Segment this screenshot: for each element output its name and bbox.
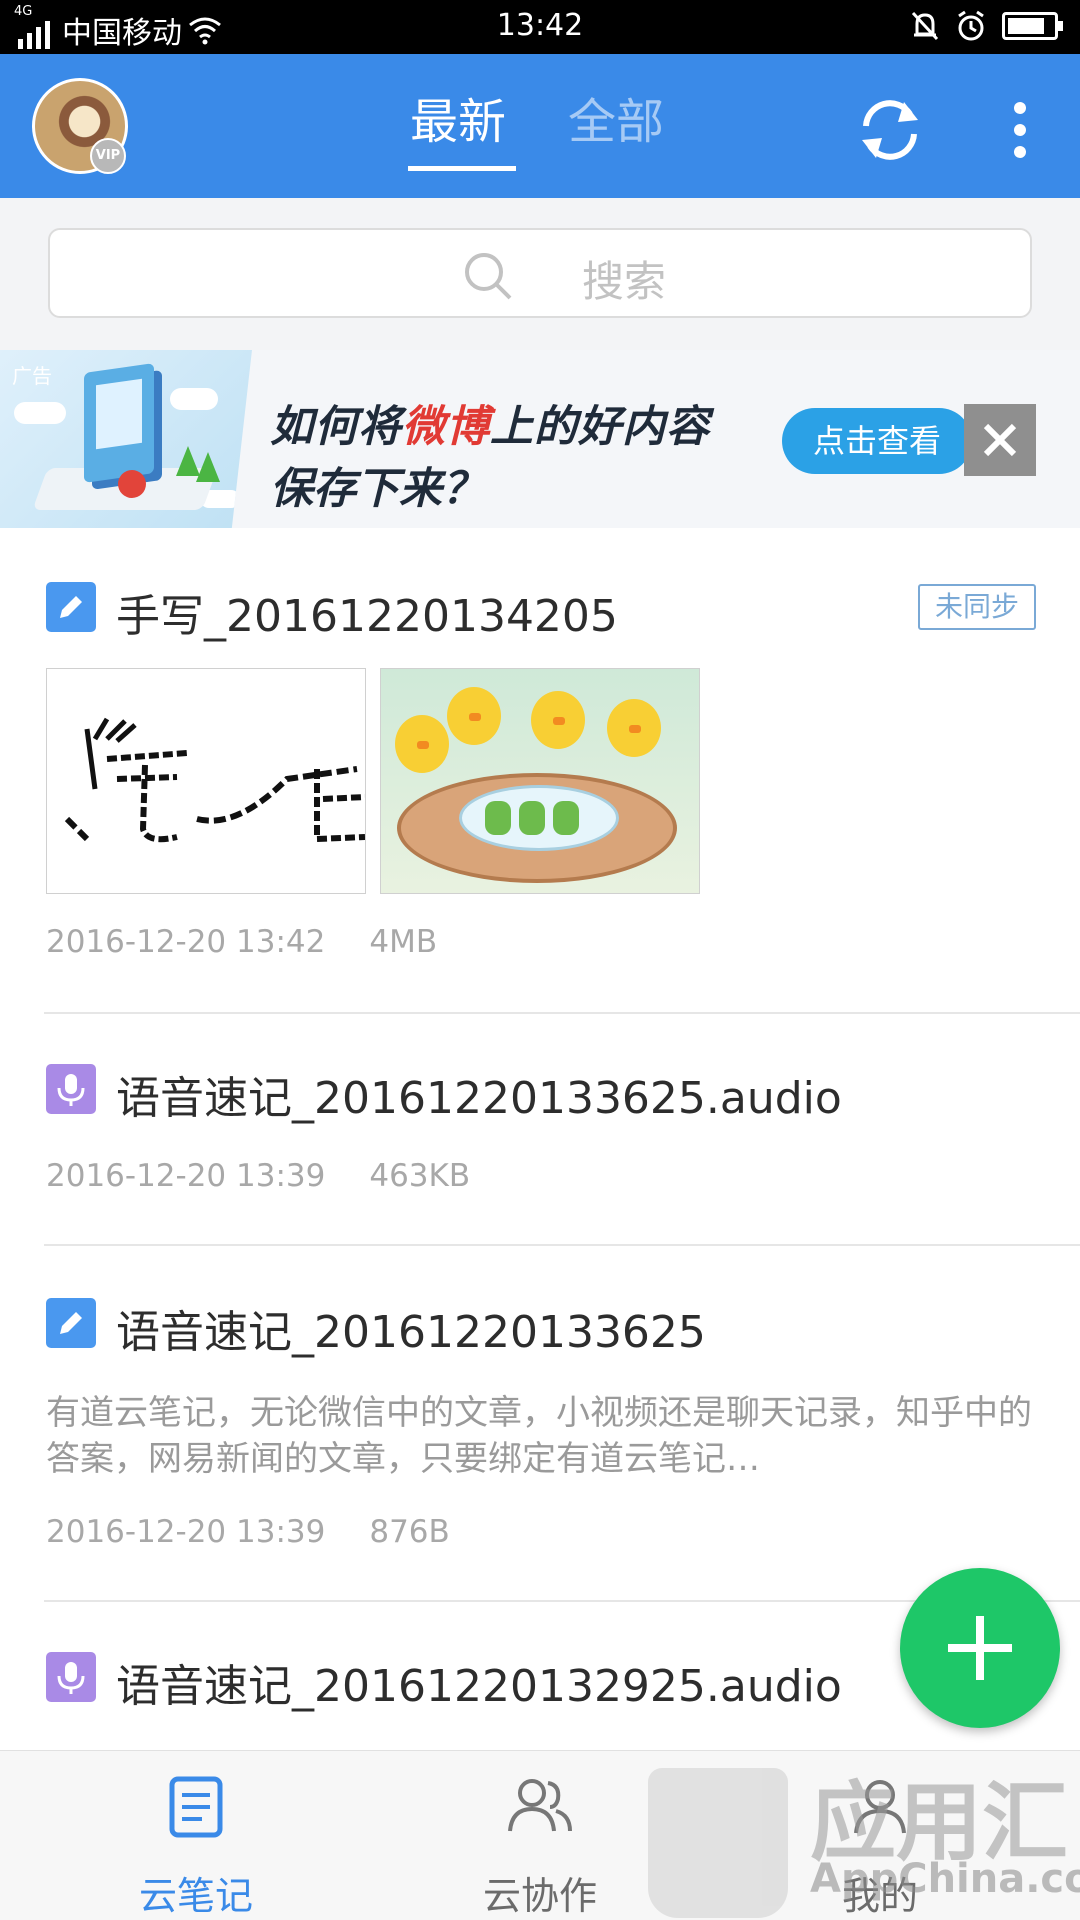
handwriting-thumbnail[interactable] [46,668,366,894]
note-meta: 2016-12-20 13:39 876B [46,1514,450,1550]
vip-badge: VIP [90,138,126,174]
nav-label: 云笔记 [138,1874,253,1918]
search-icon [465,253,512,300]
top-app-bar: VIP 最新 全部 [0,54,1080,198]
note-title: 语音速记_20161220133625 [116,1307,706,1358]
divider [44,1244,1080,1246]
note-title: 手写_20161220134205 [116,591,618,642]
divider [44,1012,1080,1014]
close-icon [983,423,1017,457]
alarm-icon [958,10,984,41]
nav-item-notes[interactable]: 云笔记 [16,1751,376,1920]
more-vertical-icon[interactable] [1000,96,1040,166]
search-area: 搜索 [0,198,1080,350]
ad-headline: 如何将微博上的好内容 [270,402,710,452]
chicks-photo-thumbnail[interactable] [380,668,700,894]
ad-view-button[interactable]: 点击查看 [782,408,972,474]
tab-latest[interactable]: 最新 [410,82,506,152]
microphone-icon [46,1064,96,1114]
note-meta: 2016-12-20 13:39 463KB [46,1158,471,1194]
note-title: 语音速记_20161220132925.audio [116,1661,842,1712]
sync-icon[interactable] [852,92,928,168]
active-tab-indicator [408,166,516,171]
pen-note-icon [46,582,96,632]
microphone-icon [46,1652,96,1702]
plus-icon [948,1616,1012,1680]
ad-close-button[interactable] [964,404,1036,476]
appchina-watermark: 应用汇 AppChina.com [640,1734,1080,1920]
ad-banner[interactable]: 广告 如何将微博上的好内容 保存下来？ 点击查看 [0,350,1080,528]
note-summary: 有道云笔记，无论微信中的文章，小视频还是聊天记录，知乎中的答案，网易新闻的文章，… [46,1393,1032,1479]
people-icon [508,1779,572,1832]
shopping-bag-icon [648,1768,788,1918]
status-bar: 4G 中国移动 13:42 [0,0,1080,54]
note-meta: 2016-12-20 13:42 4MB [46,924,438,960]
search-input[interactable]: 搜索 [48,228,1032,318]
ad-tag: 广告 [12,364,52,388]
ad-headline-line2: 保存下来？ [270,464,485,514]
note-document-icon [169,1776,223,1838]
battery-icon [1002,12,1063,40]
tab-all[interactable]: 全部 [568,82,664,152]
note-title: 语音速记_20161220133625.audio [116,1073,842,1124]
add-note-button[interactable] [900,1568,1060,1728]
silent-bell-icon [911,11,939,41]
pen-note-icon [46,1298,96,1348]
search-placeholder: 搜索 [582,257,667,306]
sync-status-badge: 未同步 [918,584,1036,630]
